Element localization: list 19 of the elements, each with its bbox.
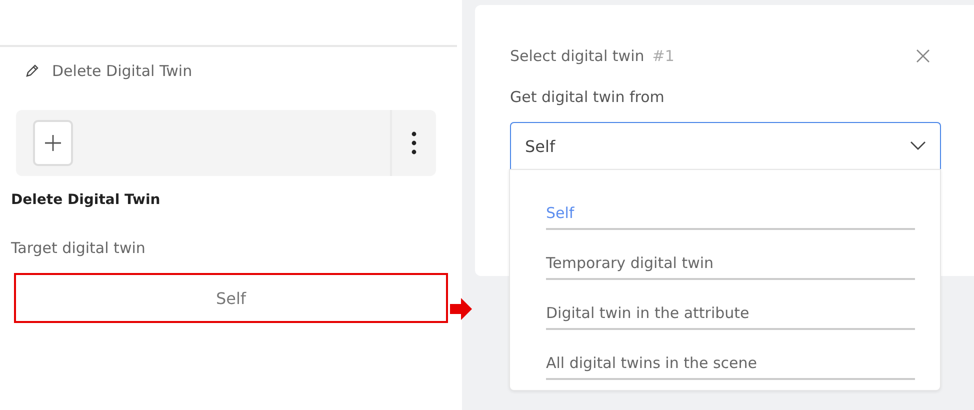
dropdown-option[interactable]: Digital twin in the attribute xyxy=(546,294,915,330)
target-select-button[interactable]: Self xyxy=(14,273,448,323)
dialog-title: Select digital twin xyxy=(510,47,644,65)
pencil-icon xyxy=(24,63,40,79)
dropdown-option[interactable]: Self xyxy=(546,194,915,230)
arrow-icon xyxy=(450,298,472,320)
dropdown-option[interactable]: Temporary digital twin xyxy=(546,244,915,280)
select-value: Self xyxy=(525,136,556,156)
field-label: Get digital twin from xyxy=(510,88,666,106)
more-icon[interactable] xyxy=(411,131,417,155)
section-heading: Delete Digital Twin xyxy=(11,192,162,208)
step-title: Delete Digital Twin xyxy=(52,62,192,80)
field-label: Target digital twin xyxy=(11,239,146,257)
dropdown-option[interactable]: All digital twins in the scene xyxy=(546,344,915,380)
dialog-number: #1 xyxy=(652,47,674,65)
add-button[interactable] xyxy=(33,120,73,166)
close-icon[interactable] xyxy=(915,48,931,64)
chevron-down-icon xyxy=(910,141,926,151)
plus-icon xyxy=(43,133,63,153)
